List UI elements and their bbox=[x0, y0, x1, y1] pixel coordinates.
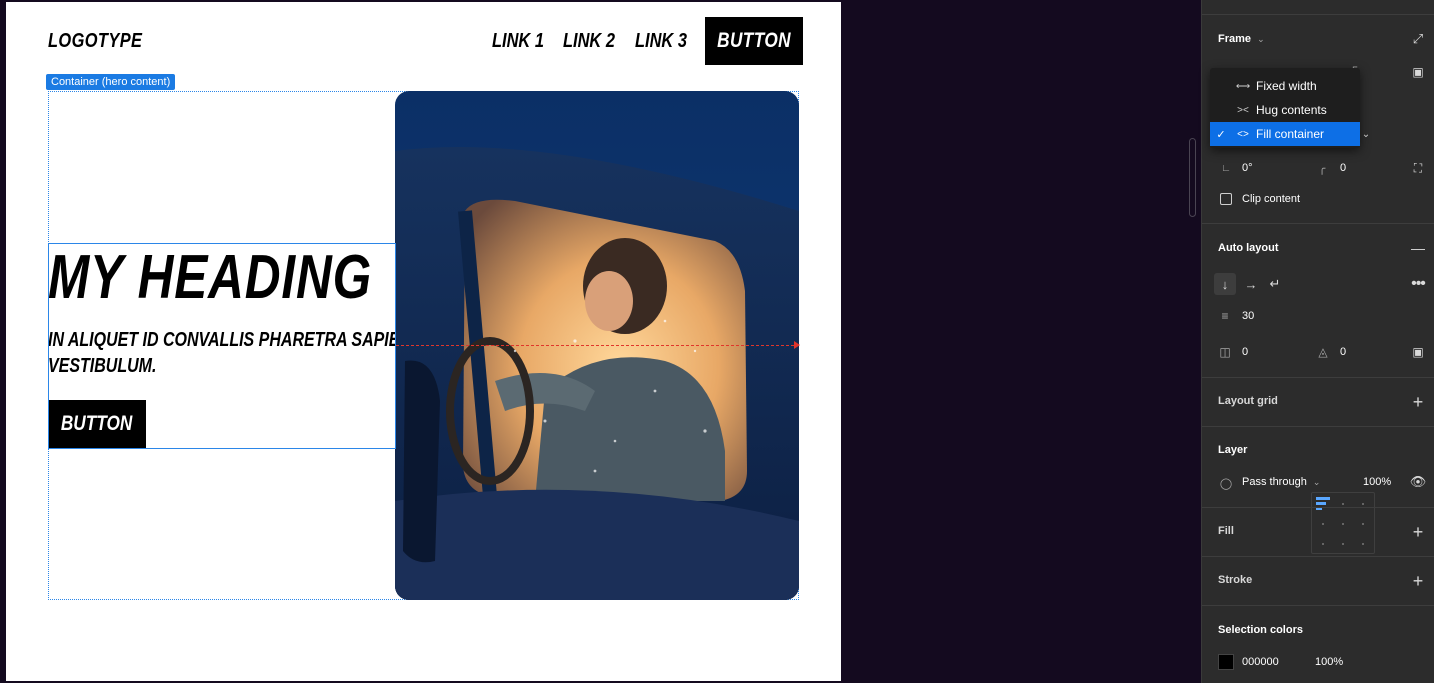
nav-button-label: BUTTON bbox=[717, 29, 791, 52]
rotation-value[interactable]: 0° bbox=[1242, 162, 1253, 174]
frame-section-title[interactable]: Frame ⌄ bbox=[1218, 33, 1265, 45]
dropdown-item-hug-contents[interactable]: >< Hug contents bbox=[1210, 98, 1360, 122]
collapse-arrows-icon[interactable]: ⤢ bbox=[1410, 31, 1426, 47]
add-stroke-icon[interactable]: + bbox=[1410, 572, 1426, 590]
dropdown-item-label: Fill container bbox=[1256, 127, 1325, 141]
logotype[interactable]: LOGOTYPE bbox=[48, 30, 142, 53]
horizontal-padding-icon: ◫ bbox=[1219, 345, 1231, 359]
checkmark-icon: ✓ bbox=[1216, 128, 1226, 141]
dropdown-item-label: Fixed width bbox=[1256, 79, 1317, 93]
gap-value[interactable]: 30 bbox=[1242, 310, 1254, 322]
frame-title-text: Frame bbox=[1218, 33, 1252, 45]
layout-grid-title: Layout grid bbox=[1218, 395, 1278, 407]
chevron-down-icon[interactable]: ⌄ bbox=[1359, 127, 1373, 141]
selection-colors-section: Selection colors 000000 100% bbox=[1202, 605, 1434, 683]
chevron-down-icon: ⌄ bbox=[1257, 34, 1265, 44]
individual-padding-icon[interactable]: ▣ bbox=[1410, 344, 1426, 360]
add-layout-grid-icon[interactable]: + bbox=[1410, 393, 1426, 411]
resizing-dropdown-menu: ⟷ Fixed width >< Hug contents ✓ <> Fill … bbox=[1210, 68, 1360, 148]
spacing-measure-line bbox=[396, 345, 799, 346]
horizontal-padding-value[interactable]: 0 bbox=[1242, 346, 1248, 358]
eye-icon[interactable]: 👁 bbox=[1410, 474, 1427, 490]
remove-auto-layout-icon[interactable]: — bbox=[1410, 240, 1426, 256]
nav-button[interactable]: BUTTON bbox=[705, 17, 803, 65]
canvas-scrollbar[interactable] bbox=[1189, 138, 1196, 217]
blend-mode-value: Pass through bbox=[1242, 476, 1307, 488]
nav-links: LINK 1 LINK 2 LINK 3 bbox=[492, 30, 690, 53]
spacing-measure-arrow-icon bbox=[794, 341, 800, 349]
layout-grid-section: Layout grid + bbox=[1202, 377, 1434, 426]
layer-title: Layer bbox=[1218, 444, 1248, 456]
hug-contents-icon: >< bbox=[1237, 104, 1249, 116]
color-swatch[interactable] bbox=[1218, 654, 1234, 670]
selection-color-opacity[interactable]: 100% bbox=[1315, 656, 1343, 668]
vertical-padding-icon: ◬ bbox=[1318, 345, 1328, 359]
layer-opacity-value[interactable]: 100% bbox=[1363, 476, 1391, 488]
dropdown-item-fixed-width[interactable]: ⟷ Fixed width bbox=[1210, 74, 1360, 98]
nav-link-3[interactable]: LINK 3 bbox=[635, 30, 687, 53]
auto-layout-section: Auto layout — ↓ → ↵ ≡ 30 ◫ 0 ◬ 0 ▣ ••• bbox=[1202, 223, 1434, 554]
fixed-width-icon: ⟷ bbox=[1235, 80, 1251, 92]
chevron-down-icon: ⌄ bbox=[1312, 477, 1321, 487]
clip-content-label: Clip content bbox=[1242, 193, 1301, 205]
corner-radius-icon: ╭ bbox=[1318, 162, 1326, 175]
direction-horizontal-icon[interactable]: → bbox=[1240, 273, 1262, 295]
dropdown-item-label: Hug contents bbox=[1256, 103, 1327, 117]
selection-color-hex[interactable]: 000000 bbox=[1242, 656, 1279, 668]
wrap-icon[interactable]: ↵ bbox=[1264, 273, 1286, 295]
fill-section: Fill + bbox=[1202, 507, 1434, 556]
auto-layout-title: Auto layout bbox=[1218, 242, 1279, 254]
dropdown-item-fill-container[interactable]: ✓ <> Fill container bbox=[1210, 122, 1360, 146]
add-fill-icon[interactable]: + bbox=[1410, 523, 1426, 541]
blend-mode-select[interactable]: Pass through ⌄ bbox=[1242, 476, 1320, 488]
corner-radius-value[interactable]: 0 bbox=[1340, 162, 1346, 174]
clip-content-checkbox[interactable] bbox=[1220, 193, 1232, 205]
container-label-tag[interactable]: Container (hero content) bbox=[46, 74, 176, 90]
stroke-section: Stroke + bbox=[1202, 556, 1434, 605]
selection-colors-title: Selection colors bbox=[1218, 624, 1303, 636]
direction-vertical-icon[interactable]: ↓ bbox=[1214, 273, 1236, 295]
more-options-icon[interactable]: ••• bbox=[1408, 275, 1428, 292]
layer-section: Layer ◯ Pass through ⌄ 100% 👁 bbox=[1202, 426, 1434, 507]
blend-mode-icon: ◯ bbox=[1219, 477, 1233, 490]
rotation-icon: ∟ bbox=[1221, 162, 1231, 174]
vertical-padding-value[interactable]: 0 bbox=[1340, 346, 1346, 358]
independent-corners-icon[interactable]: ⛶ bbox=[1410, 160, 1426, 176]
stroke-title: Stroke bbox=[1218, 574, 1253, 586]
fill-container-icon: <> bbox=[1237, 128, 1249, 140]
nav-link-1[interactable]: LINK 1 bbox=[492, 30, 544, 53]
fill-title: Fill bbox=[1218, 525, 1234, 537]
gap-icon: ≡ bbox=[1221, 309, 1229, 323]
design-canvas[interactable]: LOGOTYPE LINK 1 LINK 2 LINK 3 BUTTON Con… bbox=[0, 0, 1200, 683]
page-frame[interactable]: LOGOTYPE LINK 1 LINK 2 LINK 3 BUTTON Con… bbox=[6, 2, 841, 681]
resize-icon[interactable]: ▣ bbox=[1410, 64, 1426, 80]
hero-content-selection-outline bbox=[48, 243, 396, 449]
nav-link-2[interactable]: LINK 2 bbox=[563, 30, 615, 53]
